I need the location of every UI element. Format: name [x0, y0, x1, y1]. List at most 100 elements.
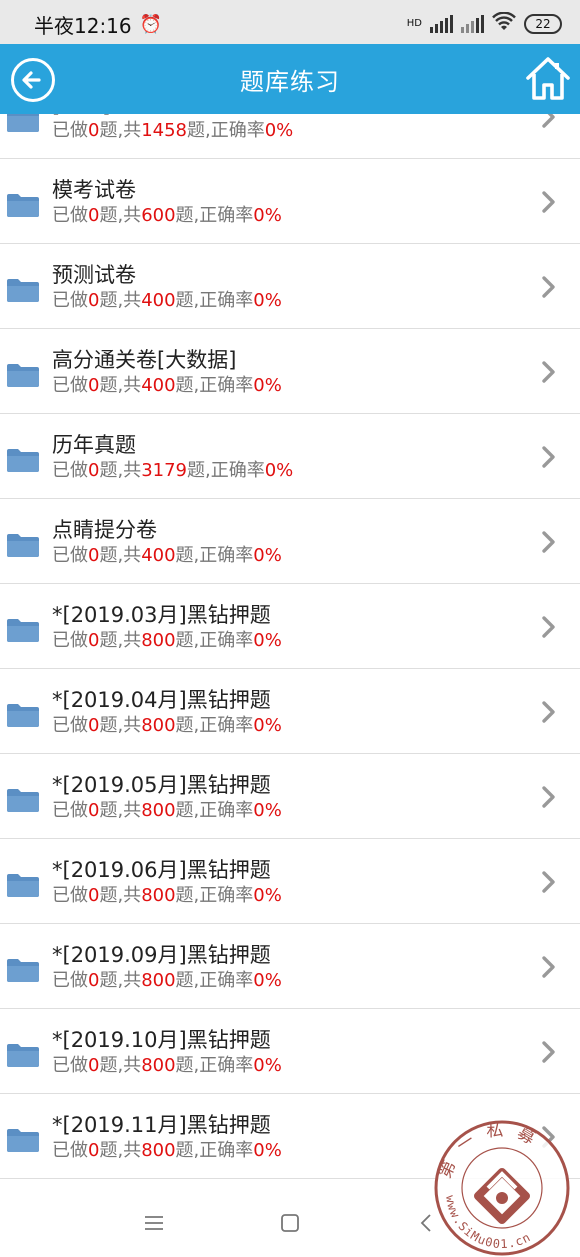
folder-icon: [7, 364, 39, 387]
stats-total-count: 800: [141, 1055, 176, 1076]
list-item-10[interactable]: *[2019.09月]黑钻押题 已做0题,共800题,正确率0%: [0, 924, 580, 1009]
chevron-left-icon: [420, 1213, 431, 1232]
list-item-4[interactable]: 历年真题 已做0题,共3179题,正确率0%: [0, 414, 580, 499]
item-stats: 已做0题,共800题,正确率0%: [52, 969, 282, 993]
item-text: 历年真题 已做0题,共3179题,正确率0%: [52, 431, 293, 483]
folder-icon: [7, 194, 39, 217]
list-item-0[interactable]: [备选]章节练习 已做0题,共1458题,正确率0%: [0, 114, 580, 159]
item-text: *[2019.05月]黑钻押题 已做0题,共800题,正确率0%: [52, 771, 282, 823]
stats-total-count: 400: [141, 375, 176, 396]
chevron-right-icon: [542, 616, 555, 638]
watermark-logo: 第一私募 www.SiMu001.cn: [432, 1118, 572, 1257]
menu-icon: [145, 1215, 163, 1230]
signal-icon-2: [461, 15, 484, 33]
stats-rate-label: 题,正确率: [175, 1140, 254, 1161]
folder-icon: [7, 704, 39, 727]
stats-done-label: 已做: [52, 885, 88, 906]
stats-rate-value: 0%: [253, 205, 282, 226]
back-button[interactable]: [10, 57, 56, 103]
arrow-left-circle-icon: [11, 58, 55, 102]
stats-done-count: 0: [88, 545, 100, 566]
stats-rate-label: 题,正确率: [175, 970, 254, 991]
stats-total-label: 题,共: [99, 800, 142, 821]
list-item-5[interactable]: 点睛提分卷 已做0题,共400题,正确率0%: [0, 499, 580, 584]
stats-total-label: 题,共: [99, 375, 142, 396]
stats-total-label: 题,共: [99, 460, 142, 481]
stats-done-count: 0: [88, 885, 100, 906]
wifi-icon: [492, 11, 516, 37]
stats-total-label: 题,共: [99, 715, 142, 736]
list-item-3[interactable]: 高分通关卷[大数据] 已做0题,共400题,正确率0%: [0, 329, 580, 414]
stats-total-count: 600: [141, 205, 176, 226]
item-stats: 已做0题,共400题,正确率0%: [52, 374, 282, 398]
item-title: *[2019.11月]黑钻押题: [52, 1113, 271, 1137]
item-title: *[2019.06月]黑钻押题: [52, 858, 271, 882]
item-stats: 已做0题,共600题,正确率0%: [52, 204, 282, 228]
stats-done-count: 0: [88, 205, 100, 226]
stats-rate-value: 0%: [253, 885, 282, 906]
stats-total-count: 800: [141, 970, 176, 991]
item-text: *[2019.09月]黑钻押题 已做0题,共800题,正确率0%: [52, 941, 282, 993]
stats-total-label: 题,共: [99, 1140, 142, 1161]
item-title: 点睛提分卷: [52, 518, 157, 542]
stats-done-label: 已做: [52, 1140, 88, 1161]
status-time: 半夜12:16: [34, 13, 132, 38]
chevron-right-icon: [542, 191, 555, 213]
stats-done-label: 已做: [52, 460, 88, 481]
stats-rate-label: 题,正确率: [187, 460, 265, 481]
exam-list-inner: [备选]章节练习 已做0题,共1458题,正确率0% 模考试卷 已做0题,共60…: [0, 114, 580, 1179]
stats-done-label: 已做: [52, 205, 88, 226]
list-item-7[interactable]: *[2019.04月]黑钻押题 已做0题,共800题,正确率0%: [0, 669, 580, 754]
home-button[interactable]: [524, 54, 572, 102]
list-item-8[interactable]: *[2019.05月]黑钻押题 已做0题,共800题,正确率0%: [0, 754, 580, 839]
stats-done-label: 已做: [52, 630, 88, 651]
stats-done-label: 已做: [52, 545, 88, 566]
stats-rate-value: 0%: [253, 800, 282, 821]
chevron-right-icon: [542, 1041, 555, 1063]
stats-total-label: 题,共: [99, 1055, 142, 1076]
stats-rate-label: 题,正确率: [187, 120, 265, 141]
item-title: 历年真题: [52, 433, 136, 457]
chevron-right-icon: [542, 956, 555, 978]
list-item-11[interactable]: *[2019.10月]黑钻押题 已做0题,共800题,正确率0%: [0, 1009, 580, 1094]
folder-icon: [7, 874, 39, 897]
page-title: 题库练习: [240, 67, 340, 96]
item-text: 点睛提分卷 已做0题,共400题,正确率0%: [52, 516, 282, 568]
item-stats: 已做0题,共3179题,正确率0%: [52, 459, 293, 483]
stats-total-count: 400: [141, 290, 176, 311]
item-text: 预测试卷 已做0题,共400题,正确率0%: [52, 261, 282, 313]
list-item-2[interactable]: 预测试卷 已做0题,共400题,正确率0%: [0, 244, 580, 329]
stats-total-count: 800: [141, 885, 176, 906]
item-stats: 已做0题,共800题,正确率0%: [52, 799, 282, 823]
chevron-right-icon: [542, 446, 555, 468]
item-stats: 已做0题,共1458题,正确率0%: [52, 119, 293, 143]
stats-done-label: 已做: [52, 120, 88, 141]
item-title: 高分通关卷[大数据]: [52, 348, 237, 372]
folder-icon: [7, 959, 39, 982]
folder-icon: [7, 619, 39, 642]
stats-rate-label: 题,正确率: [175, 290, 254, 311]
stats-rate-value: 0%: [253, 290, 282, 311]
network-label: HD: [406, 18, 422, 29]
stats-total-count: 800: [141, 715, 176, 736]
stats-done-label: 已做: [52, 290, 88, 311]
item-stats: 已做0题,共800题,正确率0%: [52, 629, 282, 653]
stats-rate-value: 0%: [253, 545, 282, 566]
stats-rate-value: 0%: [253, 375, 282, 396]
list-item-6[interactable]: *[2019.03月]黑钻押题 已做0题,共800题,正确率0%: [0, 584, 580, 669]
list-item-9[interactable]: *[2019.06月]黑钻押题 已做0题,共800题,正确率0%: [0, 839, 580, 924]
item-title: 模考试卷: [52, 178, 136, 202]
stats-done-count: 0: [88, 630, 100, 651]
stats-total-count: 400: [141, 545, 176, 566]
item-stats: 已做0题,共800题,正确率0%: [52, 1139, 282, 1163]
stats-total-count: 800: [141, 800, 176, 821]
item-stats: 已做0题,共400题,正确率0%: [52, 544, 282, 568]
menu-button[interactable]: [141, 1210, 167, 1236]
exam-list[interactable]: [备选]章节练习 已做0题,共1458题,正确率0% 模考试卷 已做0题,共60…: [0, 114, 580, 1188]
stats-done-count: 0: [88, 460, 100, 481]
list-item-1[interactable]: 模考试卷 已做0题,共600题,正确率0%: [0, 159, 580, 244]
item-title: 预测试卷: [52, 263, 136, 287]
stats-total-label: 题,共: [99, 630, 142, 651]
home-nav-button[interactable]: [277, 1210, 303, 1236]
signal-icon: [430, 15, 453, 33]
